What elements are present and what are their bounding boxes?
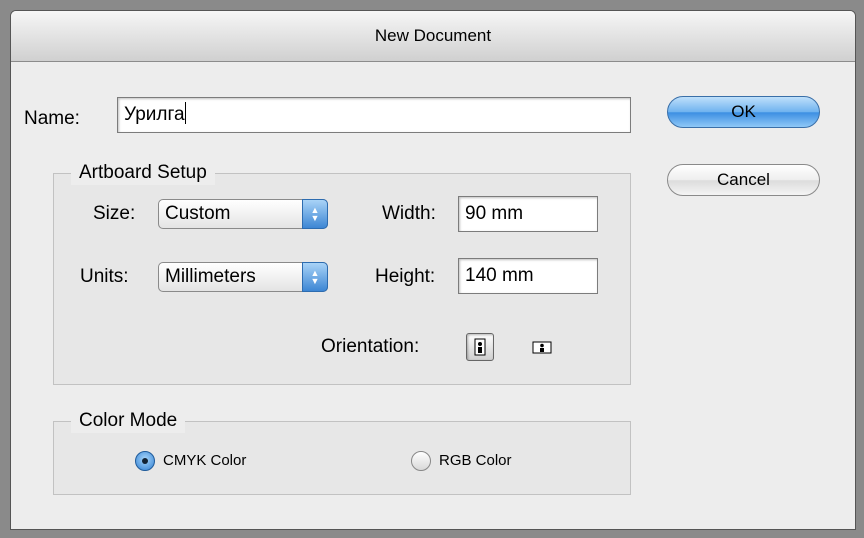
color-mode-legend: Color Mode [71,409,186,433]
width-field[interactable]: 90 mm [458,196,598,232]
rgb-color-label[interactable]: RGB Color [439,451,512,471]
rgb-color-radio[interactable] [411,451,431,471]
dialog-title: New Document [11,11,855,62]
units-select-arrows-icon: ▲ ▼ [302,262,328,292]
ok-button[interactable]: OK [667,96,820,128]
portrait-icon [474,338,486,356]
cmyk-color-radio[interactable] [135,451,155,471]
new-document-dialog: New Document Name: Урилга OK Cancel Artb… [10,10,856,530]
height-label: Height: [375,266,436,287]
units-label: Units: [80,266,129,287]
size-select-arrows-icon: ▲ ▼ [302,199,328,229]
cmyk-color-label[interactable]: CMYK Color [163,451,246,471]
units-select[interactable]: Millimeters ▲ ▼ [158,262,328,292]
size-select[interactable]: Custom ▲ ▼ [158,199,328,229]
height-field[interactable]: 140 mm [458,258,598,294]
landscape-icon [532,341,552,354]
name-field[interactable]: Урилга [117,97,631,133]
artboard-setup-legend: Artboard Setup [71,161,215,185]
name-value: Урилга [124,104,185,125]
portrait-orientation-button[interactable] [466,333,494,361]
name-label: Name: [24,108,80,129]
size-value: Custom [165,203,231,224]
orientation-label: Orientation: [321,336,420,357]
text-caret [184,102,186,124]
width-label: Width: [382,203,436,224]
units-value: Millimeters [165,266,256,287]
size-label: Size: [93,203,136,224]
cancel-button[interactable]: Cancel [667,164,820,196]
landscape-orientation-button[interactable] [528,333,556,361]
